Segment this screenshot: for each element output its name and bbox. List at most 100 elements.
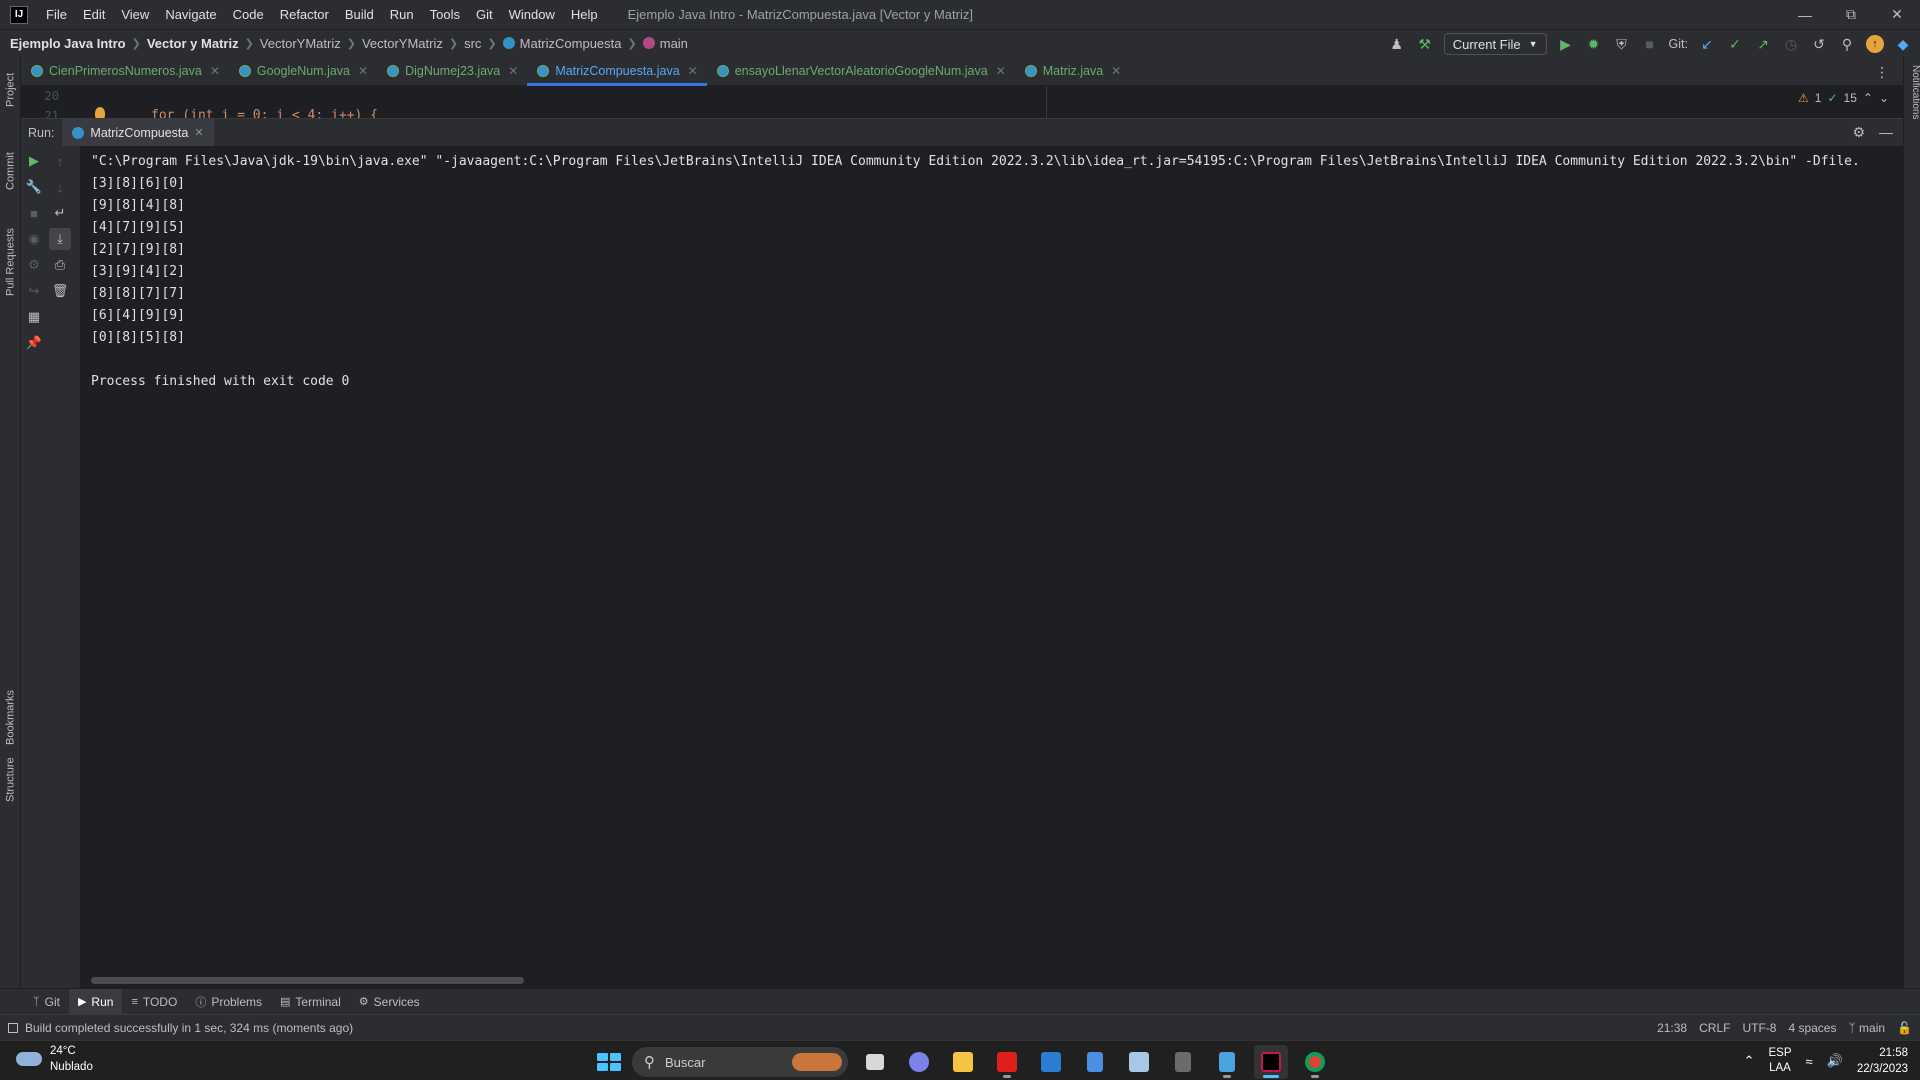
indent-setting[interactable]: 4 spaces bbox=[1788, 1021, 1836, 1035]
chevron-up-icon[interactable]: ⌃ bbox=[1863, 91, 1873, 105]
run-tab[interactable]: MatrizCompuesta ✕ bbox=[62, 118, 214, 147]
pin-icon[interactable]: 📌 bbox=[23, 332, 45, 354]
settings-icon[interactable]: ⚙ bbox=[23, 254, 45, 276]
horizontal-scrollbar[interactable] bbox=[91, 977, 524, 984]
editor-tab-active[interactable]: MatrizCompuesta.java ✕ bbox=[527, 57, 708, 86]
clock[interactable]: 21:58 22/3/2023 bbox=[1857, 1045, 1908, 1077]
windows-start-icon[interactable] bbox=[590, 1046, 622, 1078]
console-output[interactable]: "C:\Program Files\Java\jdk-19\bin\java.e… bbox=[81, 146, 1903, 988]
close-tab-icon[interactable]: ✕ bbox=[1111, 64, 1121, 78]
exit-icon[interactable]: ↪ bbox=[23, 280, 45, 302]
intellij-taskbar-icon[interactable] bbox=[1254, 1045, 1288, 1079]
search-everywhere-icon[interactable]: ⚲ bbox=[1838, 35, 1856, 53]
menu-window[interactable]: Window bbox=[501, 0, 563, 29]
wrench-icon[interactable]: 🔧 bbox=[23, 176, 45, 198]
menu-build[interactable]: Build bbox=[337, 0, 382, 29]
todo-tool-button[interactable]: ≡ TODO bbox=[122, 989, 186, 1015]
services-tool-button[interactable]: ⚙ Services bbox=[350, 989, 429, 1015]
editor-tab[interactable]: GoogleNum.java ✕ bbox=[229, 57, 377, 85]
breadcrumb-subfolder[interactable]: VectorYMatriz bbox=[362, 36, 443, 51]
editor-tab[interactable]: DigNumej23.java ✕ bbox=[377, 57, 527, 85]
breadcrumb-class[interactable]: MatrizCompuesta bbox=[502, 36, 622, 51]
project-tool-button[interactable]: Project bbox=[0, 65, 21, 115]
microsoft-store-icon[interactable] bbox=[1034, 1045, 1068, 1079]
editor-tab[interactable]: CienPrimerosNumeros.java ✕ bbox=[21, 57, 229, 85]
more-tabs-icon[interactable]: ⋮ bbox=[1875, 64, 1889, 81]
calculator-icon[interactable] bbox=[1166, 1045, 1200, 1079]
git-push-icon[interactable]: ↗ bbox=[1754, 35, 1772, 53]
git-branch-widget[interactable]: ᛉ main bbox=[1848, 1021, 1885, 1035]
close-tab-icon[interactable]: ✕ bbox=[508, 64, 518, 78]
rollback-icon[interactable]: ↺ bbox=[1810, 35, 1828, 53]
close-tab-icon[interactable]: ✕ bbox=[210, 64, 220, 78]
git-update-icon[interactable]: ↙ bbox=[1698, 35, 1716, 53]
structure-tool-button[interactable]: Structure bbox=[0, 747, 21, 812]
browser-window-icon[interactable] bbox=[1122, 1045, 1156, 1079]
close-tab-icon[interactable]: ✕ bbox=[996, 64, 1006, 78]
camera-icon[interactable]: ◉ bbox=[23, 228, 45, 250]
print-icon[interactable]: ⎙ bbox=[49, 254, 71, 276]
acrobat-icon[interactable] bbox=[990, 1045, 1024, 1079]
chevron-down-icon[interactable]: ⌄ bbox=[1879, 91, 1889, 105]
commit-tool-button[interactable]: Commit bbox=[0, 141, 21, 201]
taskbar-search[interactable]: ⚲ Buscar bbox=[632, 1047, 848, 1077]
breadcrumb-folder[interactable]: VectorYMatriz bbox=[260, 36, 341, 51]
chevron-up-icon[interactable]: ⌃ bbox=[1744, 1053, 1755, 1069]
menu-file[interactable]: File bbox=[38, 0, 75, 29]
menu-view[interactable]: View bbox=[113, 0, 157, 29]
trash-icon[interactable]: 🗑 bbox=[49, 280, 71, 302]
arrow-up-icon[interactable]: ↑ bbox=[49, 150, 71, 172]
breadcrumb-src[interactable]: src bbox=[464, 36, 481, 51]
stop-icon[interactable]: ■ bbox=[23, 202, 45, 224]
editor-tab[interactable]: ensayoLlenarVectorAleatorioGoogleNum.jav… bbox=[707, 57, 1015, 85]
volume-icon[interactable]: 🔊 bbox=[1827, 1053, 1843, 1069]
chrome-icon[interactable] bbox=[1298, 1045, 1332, 1079]
hide-window-icon[interactable]: — bbox=[1879, 124, 1893, 141]
wifi-icon[interactable]: ≈ bbox=[1806, 1054, 1813, 1069]
problems-tool-button[interactable]: ⓘ Problems bbox=[186, 989, 271, 1015]
intellij-logo-icon[interactable]: IJ bbox=[10, 5, 28, 24]
run-tool-button[interactable]: ▶ Run bbox=[68, 988, 123, 1015]
coverage-icon[interactable]: ⛨ bbox=[1613, 35, 1631, 53]
lightbulb-icon[interactable] bbox=[95, 107, 105, 118]
document-icon[interactable] bbox=[1078, 1045, 1112, 1079]
gear-icon[interactable]: ⚙ bbox=[1852, 124, 1865, 141]
breadcrumb-method[interactable]: main bbox=[642, 36, 688, 51]
weather-widget[interactable]: 24°C Nublado bbox=[16, 1043, 93, 1075]
restore-icon[interactable]: ⧉ bbox=[1828, 0, 1874, 29]
debug-icon[interactable]: ✹ bbox=[1585, 35, 1603, 53]
menu-navigate[interactable]: Navigate bbox=[157, 0, 224, 29]
close-tab-icon[interactable]: ✕ bbox=[194, 126, 203, 139]
user-account-icon[interactable]: ♟ bbox=[1388, 35, 1406, 53]
breadcrumb-project[interactable]: Ejemplo Java Intro bbox=[10, 36, 126, 51]
git-tool-button[interactable]: ᛉ Git bbox=[24, 989, 69, 1015]
menu-run[interactable]: Run bbox=[382, 0, 422, 29]
pull-requests-tool-button[interactable]: Pull Requests bbox=[0, 217, 21, 307]
build-hammer-icon[interactable]: ⚒ bbox=[1416, 35, 1434, 53]
minimize-icon[interactable]: — bbox=[1782, 0, 1828, 29]
layout-icon[interactable]: ▦ bbox=[23, 306, 45, 328]
rerun-icon[interactable]: ▶ bbox=[23, 150, 45, 172]
run-configuration-select[interactable]: Current File ▼ bbox=[1443, 33, 1547, 55]
menu-tools[interactable]: Tools bbox=[422, 0, 468, 29]
menu-edit[interactable]: Edit bbox=[75, 0, 113, 29]
lock-icon[interactable]: 🔓 bbox=[1897, 1021, 1912, 1035]
git-commit-icon[interactable]: ✓ bbox=[1726, 35, 1744, 53]
file-encoding[interactable]: UTF-8 bbox=[1742, 1021, 1776, 1035]
close-tab-icon[interactable]: ✕ bbox=[688, 64, 698, 78]
bookmarks-tool-button[interactable]: Bookmarks bbox=[0, 677, 21, 757]
run-icon[interactable]: ▶ bbox=[1557, 35, 1575, 53]
breadcrumb-module[interactable]: Vector y Matriz bbox=[147, 36, 239, 51]
terminal-tool-button[interactable]: ▤ Terminal bbox=[271, 989, 350, 1015]
editor-tab[interactable]: Matriz.java ✕ bbox=[1015, 57, 1131, 85]
status-message[interactable]: Build completed successfully in 1 sec, 3… bbox=[0, 1021, 353, 1035]
teams-chat-icon[interactable] bbox=[902, 1045, 936, 1079]
menu-git[interactable]: Git bbox=[468, 0, 501, 29]
caret-position[interactable]: 21:38 bbox=[1657, 1021, 1687, 1035]
scroll-to-end-icon[interactable]: ⤓ bbox=[49, 228, 71, 250]
line-separator[interactable]: CRLF bbox=[1699, 1021, 1730, 1035]
inspection-widget[interactable]: ⚠ 1 ✓ 15 ⌃ ⌄ bbox=[1798, 91, 1889, 105]
soft-wrap-icon[interactable]: ↵ bbox=[49, 202, 71, 224]
ai-assistant-icon[interactable]: ◆ bbox=[1894, 35, 1912, 53]
notifications-tool-button[interactable]: Notifications bbox=[1904, 65, 1920, 145]
